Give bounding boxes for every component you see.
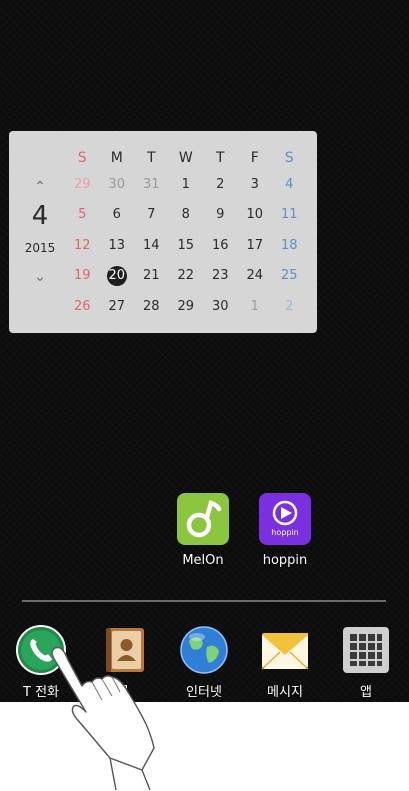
calendar-day[interactable]: 14 (134, 238, 169, 253)
calendar-day[interactable]: 11 (272, 207, 307, 222)
calendar-day[interactable]: 26 (65, 299, 100, 314)
calendar-day[interactable]: 17 (238, 238, 273, 253)
weekday-label: T (215, 150, 225, 166)
hoppin-label: hoppin (262, 553, 308, 568)
calendar-day[interactable]: 16 (203, 238, 238, 253)
pointing-hand-icon (51, 646, 155, 790)
home-screen: ⌃ 4 2015 ⌄ S M T W T F S 29 30 31 1 2 3 (0, 0, 409, 702)
weekday-header: S M T W T F S (65, 147, 307, 169)
calendar-day[interactable]: 22 (169, 268, 204, 283)
calendar-month-nav: ⌃ 4 2015 ⌄ (9, 131, 71, 333)
calendar-year: 2015 (24, 241, 56, 255)
calendar-day[interactable]: 24 (238, 268, 273, 283)
calendar-widget[interactable]: ⌃ 4 2015 ⌄ S M T W T F S 29 30 31 1 2 3 (9, 131, 317, 333)
calendar-day[interactable]: 5 (65, 207, 100, 222)
dock-messages-app[interactable]: 메시지 (250, 625, 320, 700)
calendar-day[interactable]: 28 (134, 299, 169, 314)
envelope-icon (260, 625, 310, 675)
weekday-label: T (146, 150, 156, 166)
calendar-day[interactable]: 4 (272, 177, 307, 192)
calendar-week: 29 30 31 1 2 3 4 (65, 169, 307, 200)
calendar-week: 19 20 21 22 23 24 25 (65, 261, 307, 292)
calendar-day[interactable]: 23 (203, 268, 238, 283)
hoppin-brand-text: hoppin (271, 528, 299, 537)
today-marker: 20 (106, 265, 127, 286)
calendar-day[interactable]: 30 (100, 177, 135, 192)
calendar-day[interactable]: 12 (65, 238, 100, 253)
melon-note-icon (177, 493, 229, 545)
melon-label: MelOn (182, 553, 224, 568)
calendar-day[interactable]: 29 (169, 299, 204, 314)
weekday-label: W (178, 150, 193, 166)
calendar-day[interactable]: 2 (203, 177, 238, 192)
calendar-day[interactable]: 27 (100, 299, 135, 314)
calendar-day[interactable]: 19 (65, 268, 100, 283)
calendar-day[interactable]: 10 (238, 207, 273, 222)
calendar-day-today[interactable]: 20 (100, 265, 135, 286)
calendar-week: 5 6 7 8 9 10 11 (65, 200, 307, 231)
weekday-label: F (250, 150, 259, 166)
next-month-button[interactable]: ⌄ (32, 269, 48, 285)
weekday-label: S (284, 150, 294, 166)
calendar-grid: S M T W T F S 29 30 31 1 2 3 4 5 6 7 8 9… (65, 147, 307, 322)
hoppin-app[interactable]: hoppin hoppin (250, 493, 320, 568)
calendar-day[interactable]: 2 (272, 299, 307, 314)
calendar-day[interactable]: 21 (134, 268, 169, 283)
apps-label: 앱 (360, 685, 372, 700)
calendar-day[interactable]: 8 (169, 207, 204, 222)
calendar-week: 12 13 14 15 16 17 18 (65, 230, 307, 261)
calendar-day[interactable]: 31 (134, 177, 169, 192)
prev-month-button[interactable]: ⌃ (32, 179, 48, 195)
calendar-day[interactable]: 6 (100, 207, 135, 222)
calendar-day[interactable]: 25 (272, 268, 307, 283)
dock-apps-button[interactable]: 앱 (331, 625, 401, 700)
hoppin-play-icon: hoppin (259, 493, 311, 545)
calendar-week: 26 27 28 29 30 1 2 (65, 291, 307, 322)
messages-label: 메시지 (267, 685, 303, 700)
calendar-day[interactable]: 18 (272, 238, 307, 253)
melon-app[interactable]: MelOn (168, 493, 238, 568)
weekday-label: M (110, 150, 123, 166)
app-grid-icon (341, 625, 391, 675)
calendar-day[interactable]: 9 (203, 207, 238, 222)
calendar-day[interactable]: 29 (65, 177, 100, 192)
weekday-label: S (77, 150, 87, 166)
calendar-day[interactable]: 13 (100, 238, 135, 253)
calendar-day[interactable]: 3 (238, 177, 273, 192)
calendar-day[interactable]: 1 (238, 299, 273, 314)
calendar-month: 4 (31, 201, 49, 231)
dock-divider (22, 600, 386, 602)
calendar-day[interactable]: 15 (169, 238, 204, 253)
calendar-day[interactable]: 30 (203, 299, 238, 314)
calendar-day[interactable]: 1 (169, 177, 204, 192)
calendar-day[interactable]: 7 (134, 207, 169, 222)
